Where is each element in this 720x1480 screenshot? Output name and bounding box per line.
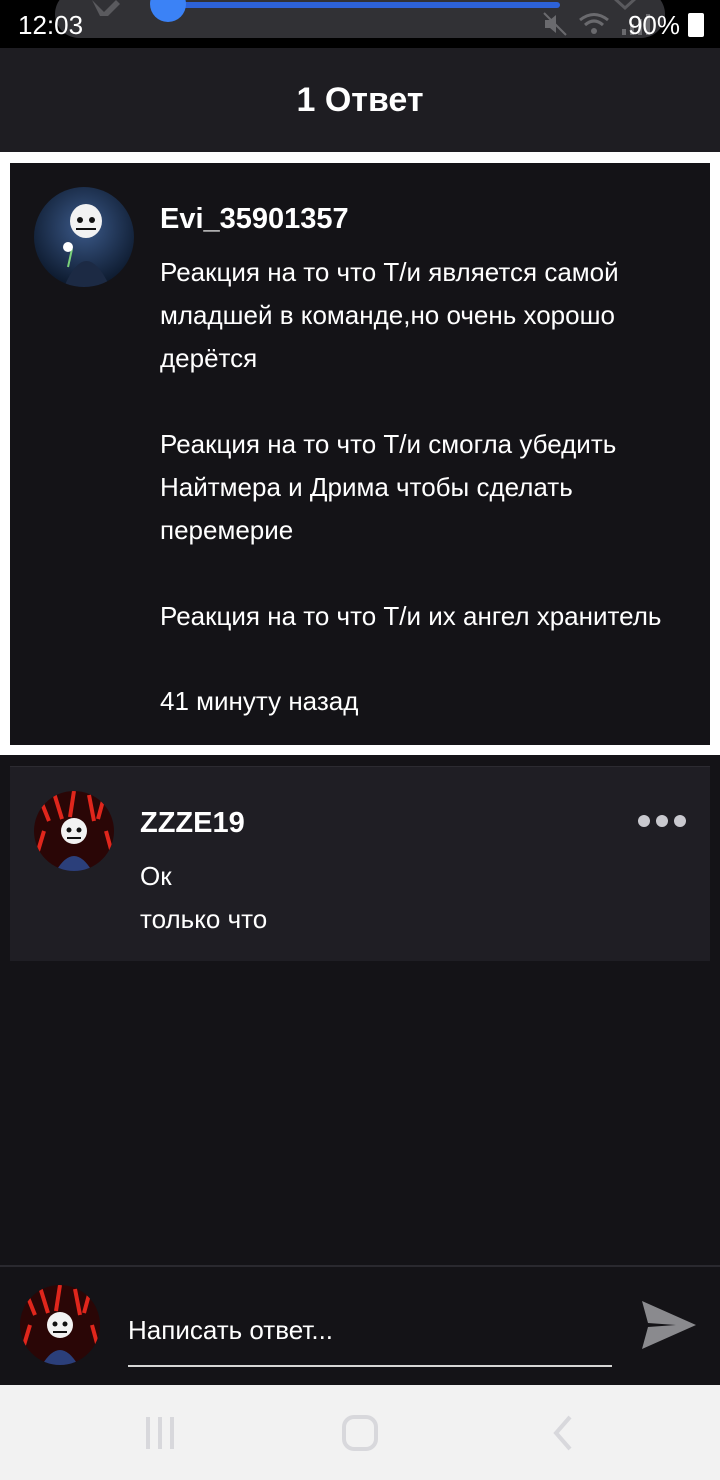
reply-input[interactable] [128, 1295, 612, 1367]
wifi-icon [579, 13, 609, 34]
avatar-image [34, 187, 134, 287]
system-nav-bar [0, 1385, 720, 1480]
volume-slider-track[interactable] [170, 2, 560, 8]
parent-timestamp: 41 минуту назад [160, 686, 359, 716]
parent-comment-body: Реакция на то что Т/и является самой мла… [160, 251, 695, 638]
comment-paragraph: Реакция на то что Т/и смогла убедить Най… [160, 429, 617, 545]
avatar-image [34, 791, 114, 871]
reply-timestamp: только что [140, 904, 268, 934]
comment-paragraph: Реакция на то что Т/и является самой мла… [160, 257, 619, 373]
avatar[interactable] [34, 187, 134, 287]
reply-text: Ок [140, 861, 172, 891]
battery-percent: 90% [627, 10, 680, 40]
reply-composer [0, 1265, 720, 1385]
home-icon[interactable] [340, 1413, 380, 1453]
mute-icon [543, 12, 567, 36]
speaker-icon[interactable] [88, 0, 124, 22]
reply-item: ZZZE19 Ок только что [10, 766, 710, 961]
page-title: 1 Ответ [296, 80, 424, 119]
status-bar: 12:03 90% [0, 0, 720, 48]
reply-username[interactable]: ZZZE19 [140, 807, 245, 840]
avatar[interactable] [34, 791, 114, 871]
parent-comment-frame: Evi_35901357 Реакция на то что Т/и являе… [0, 152, 720, 755]
avatar-image [20, 1285, 100, 1365]
parent-comment: Evi_35901357 Реакция на то что Т/и являе… [10, 163, 710, 745]
recents-icon[interactable] [142, 1413, 178, 1453]
status-time: 12:03 [18, 10, 84, 40]
avatar [20, 1285, 100, 1365]
screen: 12:03 90% 1 Ответ Evi_35901357 Реакция н… [0, 0, 720, 1480]
parent-username[interactable]: Evi_35901357 [160, 203, 349, 236]
send-icon[interactable] [640, 1297, 698, 1353]
comment-paragraph: Реакция на то что Т/и их ангел хранитель [160, 601, 662, 631]
header: 1 Ответ [0, 48, 720, 152]
more-dots-icon[interactable] [638, 815, 688, 831]
battery-icon [688, 13, 704, 37]
back-icon[interactable] [548, 1413, 578, 1453]
